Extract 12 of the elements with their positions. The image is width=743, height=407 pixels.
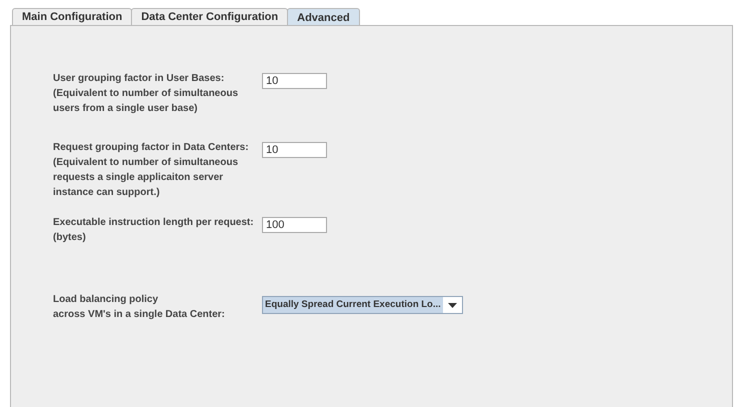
input-field[interactable]: 10 xyxy=(262,142,327,158)
policy-dropdown[interactable]: Equally Spread Current Execution Lo... xyxy=(262,296,463,314)
tab[interactable]: Advanced xyxy=(287,8,360,26)
setting-label: Request grouping factor in Data Centers: (Equivalent to number of simultaneous requests a single applicaiton server instance can support.) xyxy=(53,141,250,200)
tab[interactable]: Main Configuration xyxy=(12,8,132,25)
setting-label: User grouping factor in User Bases: (Equivalent to number of simultaneous users from a single user base) xyxy=(53,72,240,116)
input-field[interactable]: 10 xyxy=(262,73,327,89)
input-field[interactable]: 100 xyxy=(262,217,327,233)
caret-icon xyxy=(448,302,457,308)
setting-label: Executable instruction length per request: (bytes) xyxy=(53,216,255,245)
tab[interactable]: Data Center Configuration xyxy=(131,8,288,25)
setting-label: Load balancing policy across VM's in a single Data Center: xyxy=(53,293,226,322)
